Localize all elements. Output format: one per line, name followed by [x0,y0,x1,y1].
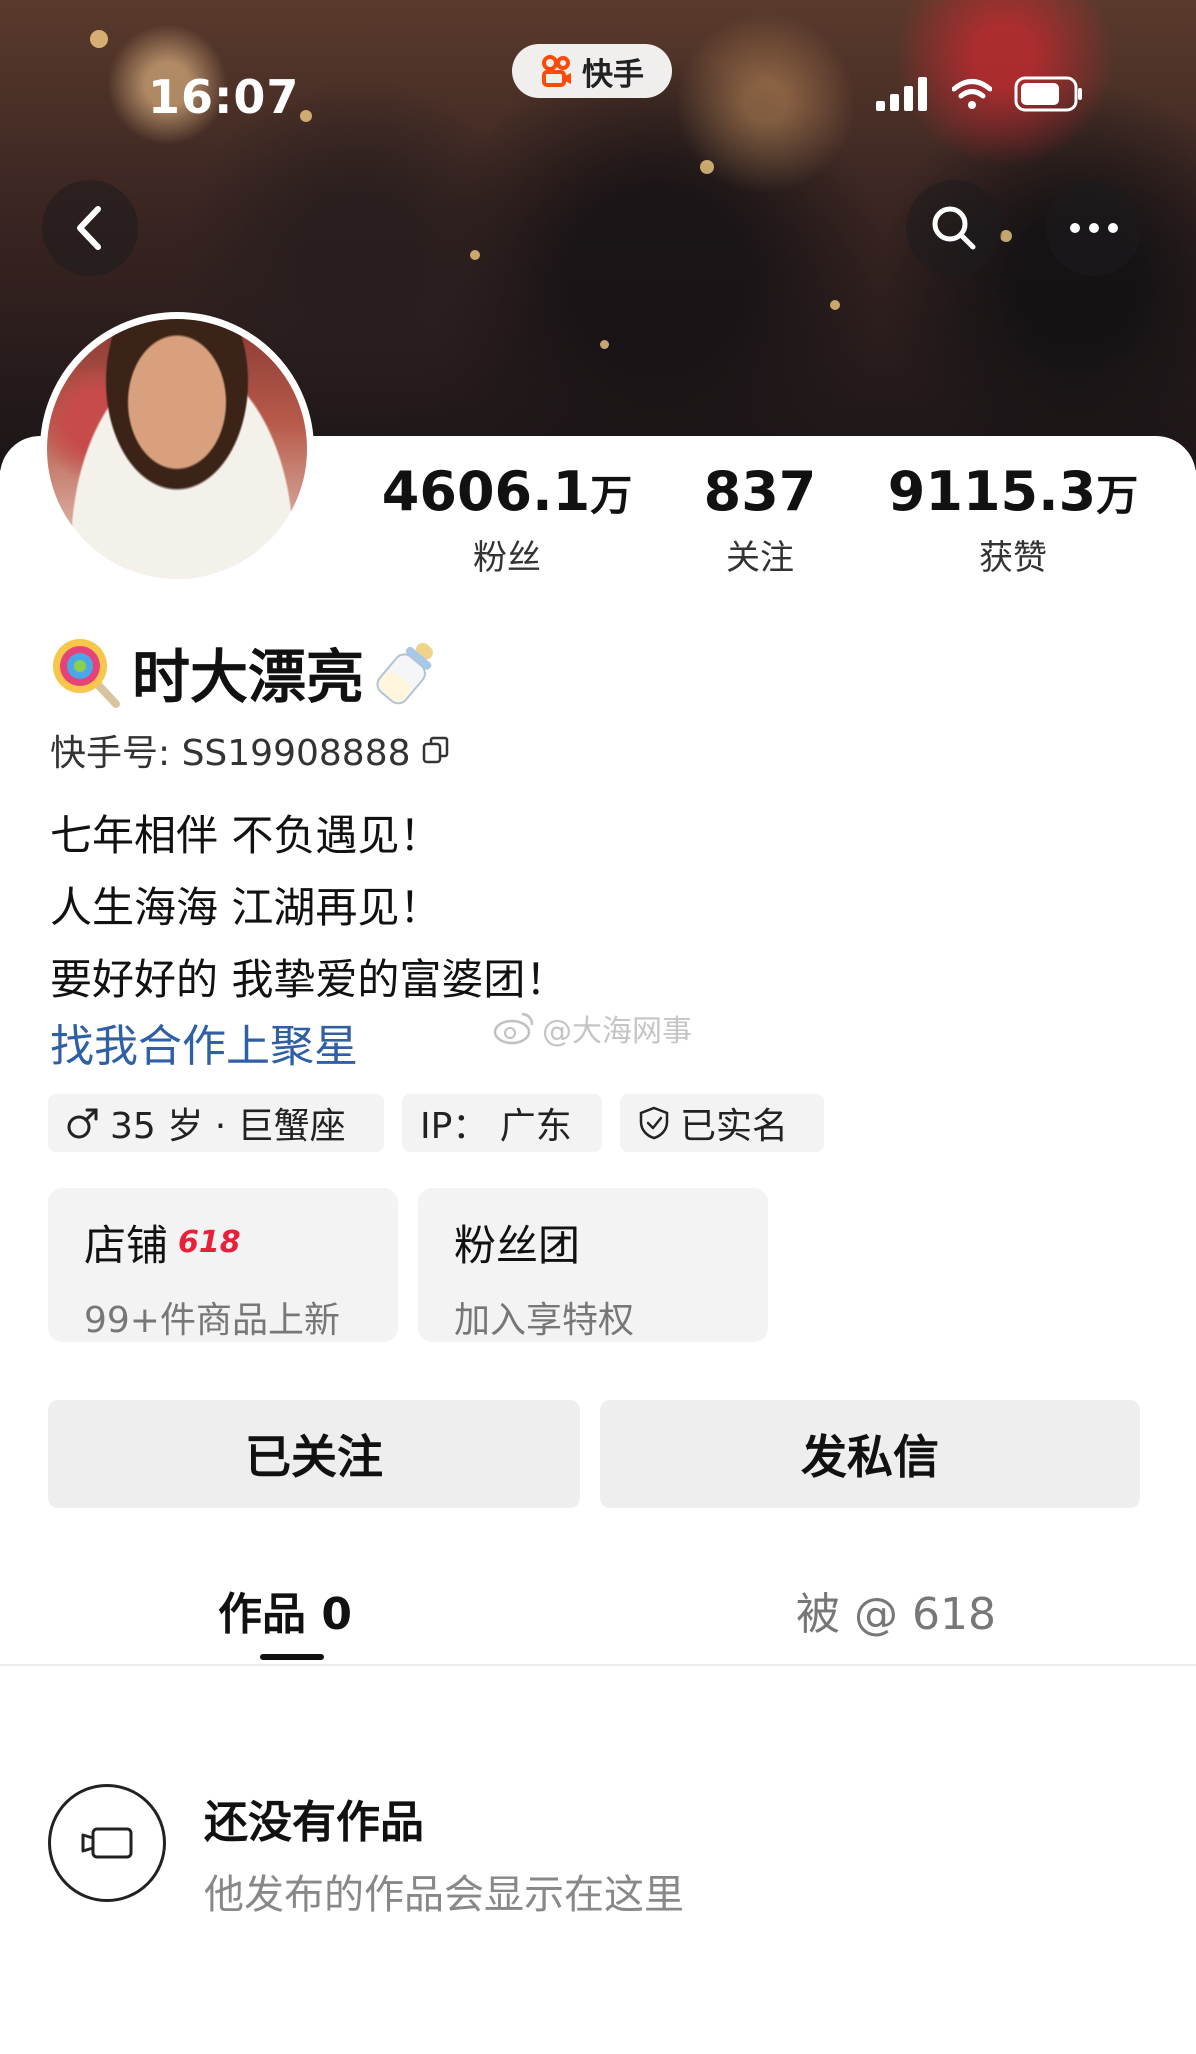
back-button[interactable] [42,180,138,276]
stat-following[interactable]: 837 关注 [680,462,840,579]
tag-age-text: 35 岁 · 巨蟹座 [110,1106,346,1147]
stat-likes-label: 获赞 [979,538,1047,578]
stat-likes-unit: 万 [1096,471,1139,520]
tag-ip-text: IP： 广东 [420,1106,572,1147]
search-icon [932,206,976,250]
more-icon [1070,223,1118,233]
stat-fans-label: 粉丝 [473,538,541,578]
weibo-icon [493,1012,534,1045]
back-icon [77,206,101,250]
tag-verified-text: 已实名 [680,1106,789,1147]
stat-likes-value: 9115.3 [887,460,1097,523]
app-name: 快手 [582,56,644,93]
stat-following-label: 关注 [726,538,794,578]
avatar[interactable] [40,312,314,586]
tab-works[interactable]: 作品 0 [218,1578,352,1642]
shop-card[interactable]: 店铺 618 99+件商品上新 [48,1188,398,1342]
bio-line-1: 七年相伴 不负遇见！ [50,811,442,860]
empty-state-title: 还没有作品 [204,1797,424,1848]
signal-icon [876,77,927,111]
lollipop-icon [53,639,120,708]
kuaishou-id-text: 快手号: SS19908888 [50,733,411,774]
kuaishou-logo-icon [542,55,571,87]
watermark: @大海网事 [492,1006,692,1050]
shop-card-subtitle: 99+件商品上新 [84,1300,340,1341]
profile-name: 时大漂亮 [132,643,365,711]
shop-618-badge: 618 [178,1225,241,1260]
bio-line-3: 要好好的 我挚爱的富婆团！ [50,955,568,1004]
tag-verified[interactable]: 已实名 [620,1094,824,1152]
battery-icon [1014,76,1082,112]
tag-ip: IP： 广东 [402,1094,602,1152]
message-button[interactable]: 发私信 [600,1400,1140,1508]
copy-icon[interactable] [421,735,451,765]
bio-line-2: 人生海海 江湖再见！ [50,883,442,932]
stat-likes[interactable]: 9115.3万 获赞 [882,462,1144,579]
more-button[interactable] [1046,180,1142,276]
watermark-text: @大海网事 [542,1014,692,1049]
name-row: 时大漂亮 [48,630,442,714]
stat-following-value: 837 [703,460,817,523]
gender-male-icon [67,1108,98,1139]
fan-club-card-title: 粉丝团 [454,1221,581,1270]
kuaishou-id: 快手号: SS19908888 [50,724,451,776]
status-icons [876,76,1084,112]
empty-state-icon-wrap [48,1784,166,1902]
video-icon [81,1827,133,1859]
stat-fans-unit: 万 [590,471,633,520]
verified-shield-icon [639,1106,669,1140]
search-button[interactable] [906,180,1002,276]
shop-card-title: 店铺 [84,1221,169,1270]
tag-age: 35 岁 · 巨蟹座 [48,1094,384,1152]
wifi-icon [952,79,992,109]
follow-button[interactable]: 已关注 [48,1400,580,1508]
stat-fans[interactable]: 4606.1万 粉丝 [376,462,638,579]
tab-active-indicator [260,1654,324,1660]
fan-club-card[interactable]: 粉丝团 加入享特权 [418,1188,768,1342]
app-badge: 快手 [512,44,672,98]
stat-fans-value: 4606.1 [381,460,591,523]
tab-mentions[interactable]: 被 @ 618 [796,1578,996,1642]
tabs-divider [0,1664,1196,1666]
bio-link[interactable]: 找我合作上聚星 [50,1010,358,1074]
status-time: 16:07 [148,70,300,124]
fan-club-card-subtitle: 加入享特权 [454,1300,635,1341]
baby-bottle-icon [376,643,433,705]
empty-state-subtitle: 他发布的作品会显示在这里 [204,1872,684,1918]
